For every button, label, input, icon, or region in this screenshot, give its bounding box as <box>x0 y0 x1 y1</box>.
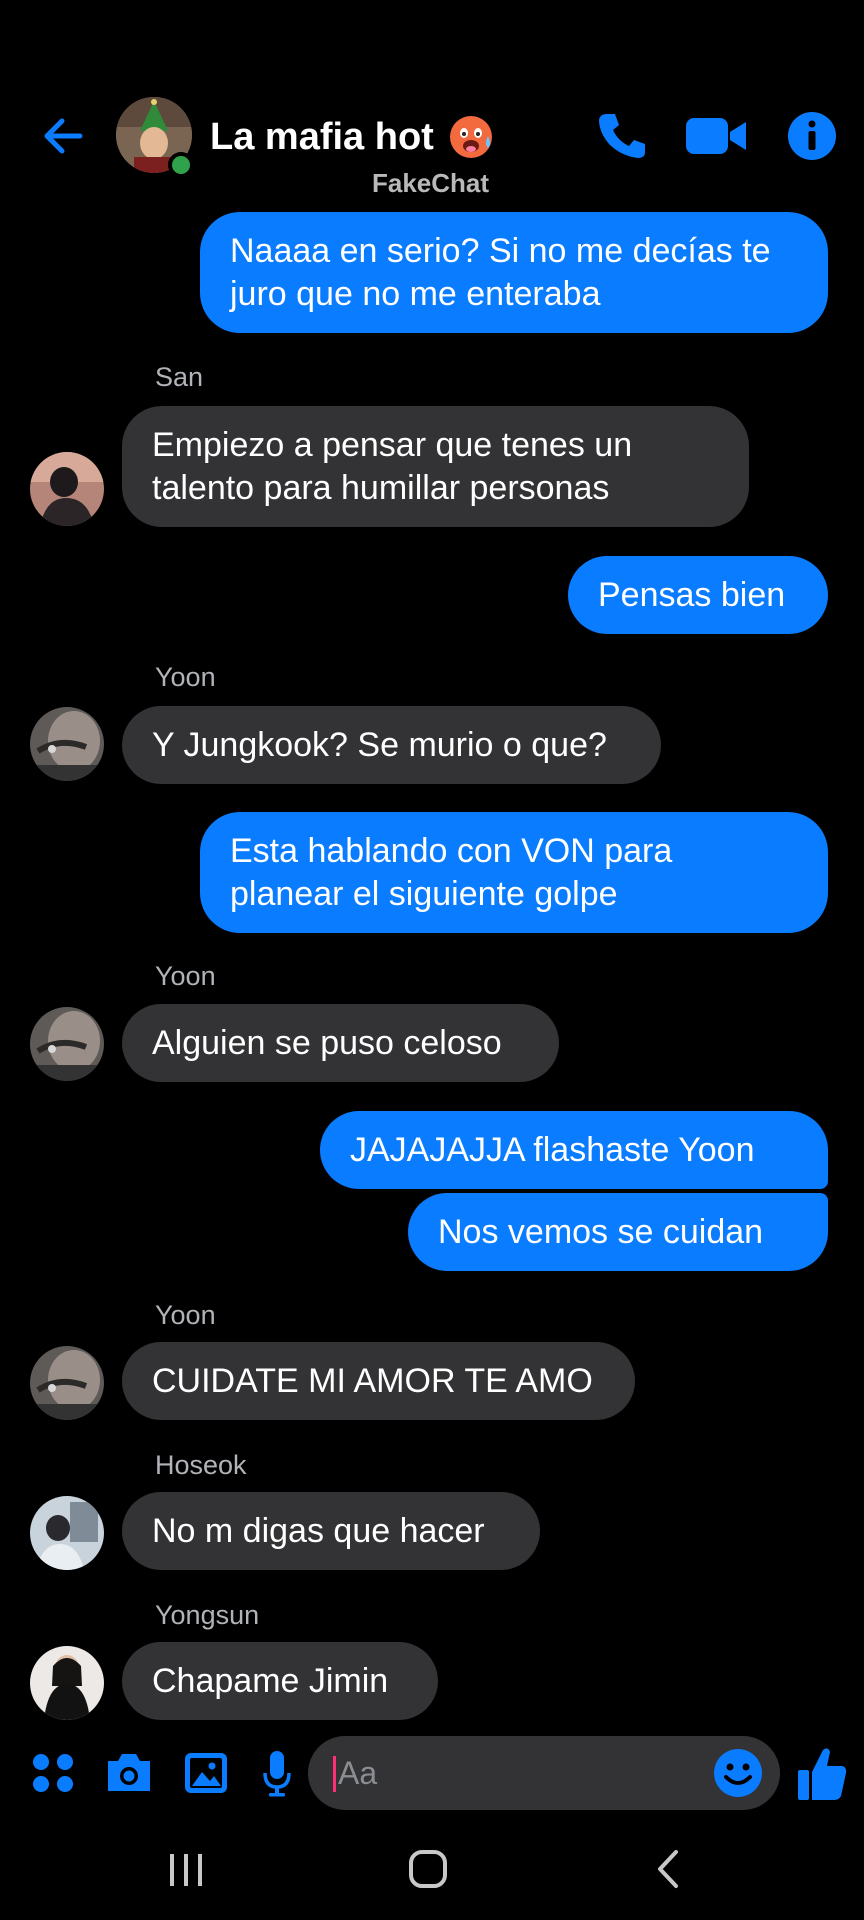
online-status-dot <box>168 152 194 178</box>
arrow-left-icon <box>44 118 83 154</box>
message-line: juro que no me enteraba <box>230 275 601 313</box>
apps-grid-icon <box>33 1754 73 1792</box>
message-text: JAJAJAJJA flashaste Yoon <box>350 1131 755 1169</box>
message-bubble-outgoing[interactable]: Naaaa en serio? Si no me decías te juro … <box>200 212 828 333</box>
message-input[interactable] <box>338 1736 688 1810</box>
message-line: planear el siguiente golpe <box>230 875 618 913</box>
back-button[interactable] <box>36 108 92 164</box>
sender-name: Yongsun <box>155 1600 260 1630</box>
message-text: Chapame Jimin <box>152 1662 389 1700</box>
back-chevron-icon <box>658 1850 678 1888</box>
message-bubble-incoming[interactable]: Y Jungkook? Se murio o que? <box>122 706 661 784</box>
message-bubble-incoming[interactable]: Empiezo a pensar que tenes un talento pa… <box>122 406 749 527</box>
message-bubble-incoming[interactable]: No m digas que hacer <box>122 1492 540 1570</box>
message-text: No m digas que hacer <box>152 1512 485 1550</box>
sender-name: San <box>155 362 204 392</box>
message-bubble-incoming[interactable]: Alguien se puso celoso <box>122 1004 559 1082</box>
video-call-button[interactable] <box>684 108 750 164</box>
chat-header: La mafia hot FakeChat <box>0 0 864 200</box>
sender-name: Yoon <box>155 1300 216 1330</box>
avatar-yongsun-image <box>30 1646 104 1720</box>
message-line: Esta hablando con VON para <box>230 832 673 870</box>
image-icon <box>185 1753 227 1793</box>
chat-title-text: La mafia hot <box>210 115 434 158</box>
home-icon <box>409 1850 447 1888</box>
sender-name: Yoon <box>155 961 216 991</box>
avatar-hoseok[interactable] <box>30 1496 104 1570</box>
gallery-button[interactable] <box>183 1745 229 1801</box>
voice-button[interactable] <box>262 1745 292 1801</box>
system-navigation-bar <box>0 1820 864 1920</box>
avatar-hoseok-image <box>30 1496 104 1570</box>
avatar-yoon[interactable] <box>30 1346 104 1420</box>
avatar-yoon[interactable] <box>30 707 104 781</box>
phone-icon <box>599 114 645 158</box>
sender-name: Hoseok <box>155 1450 247 1480</box>
message-line: Naaaa en serio? Si no me decías te <box>230 232 771 270</box>
microphone-icon <box>263 1751 291 1797</box>
message-text: CUIDATE MI AMOR TE AMO <box>152 1362 593 1400</box>
message-text: Y Jungkook? Se murio o que? <box>152 726 607 764</box>
message-text: Alguien se puso celoso <box>152 1024 502 1062</box>
camera-button[interactable] <box>104 1745 154 1801</box>
video-camera-icon <box>686 118 746 154</box>
message-input-container[interactable] <box>308 1736 780 1810</box>
home-button[interactable] <box>398 1842 458 1898</box>
sender-name: Yoon <box>155 662 216 692</box>
message-bubble-incoming[interactable]: CUIDATE MI AMOR TE AMO <box>122 1342 635 1420</box>
chat-title[interactable]: La mafia hot <box>210 114 494 160</box>
watermark-label: FakeChat <box>372 168 490 198</box>
camera-icon <box>108 1754 150 1791</box>
chat-screen: La mafia hot FakeChat Naaaa en serio? Si… <box>0 0 864 1920</box>
recent-apps-button[interactable] <box>156 1842 216 1898</box>
info-icon <box>788 112 836 160</box>
like-button[interactable] <box>796 1742 848 1804</box>
hot-face-emoji-icon <box>449 116 492 158</box>
avatar-yoon-image <box>30 1007 104 1081</box>
avatar-san[interactable] <box>30 452 104 526</box>
avatar-yoon-image <box>30 707 104 781</box>
thumbs-up-icon <box>798 1748 847 1800</box>
recent-apps-icon <box>170 1854 202 1886</box>
message-text: Pensas bien <box>598 576 786 614</box>
message-line: talento para humillar personas <box>152 469 610 507</box>
call-button[interactable] <box>593 108 653 164</box>
message-bubble-incoming[interactable]: Chapame Jimin <box>122 1642 438 1720</box>
emoji-smile-icon[interactable] <box>712 1747 764 1799</box>
message-bubble-outgoing[interactable]: Esta hablando con VON para planear el si… <box>200 812 828 933</box>
info-button[interactable] <box>782 108 842 164</box>
message-line: Empiezo a pensar que tenes un <box>152 426 633 464</box>
message-text: Nos vemos se cuidan <box>438 1213 764 1251</box>
avatar-san-image <box>30 452 104 526</box>
avatar-yongsun[interactable] <box>30 1646 104 1720</box>
message-bubble-outgoing[interactable]: Nos vemos se cuidan <box>408 1193 828 1271</box>
message-bubble-outgoing[interactable]: Pensas bien <box>568 556 828 634</box>
avatar-yoon[interactable] <box>30 1007 104 1081</box>
system-back-button[interactable] <box>640 1842 700 1898</box>
avatar-yoon-image <box>30 1346 104 1420</box>
message-bubble-outgoing[interactable]: JAJAJAJJA flashaste Yoon <box>320 1111 828 1189</box>
text-cursor <box>333 1756 336 1792</box>
apps-button[interactable] <box>30 1745 76 1801</box>
